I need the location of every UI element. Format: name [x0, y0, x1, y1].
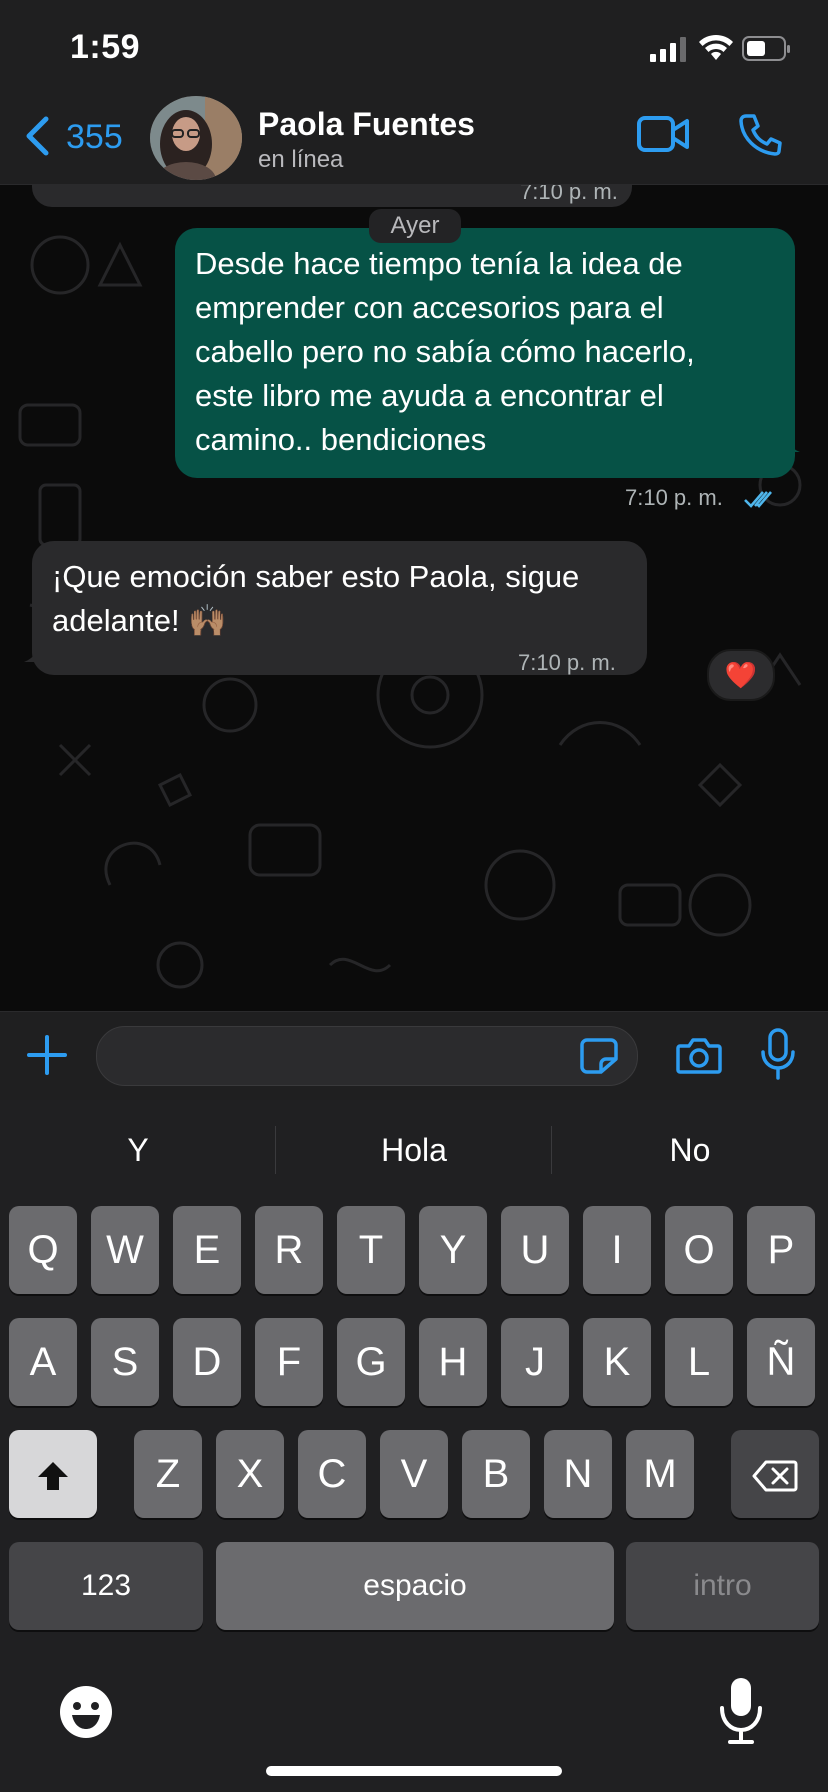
message-input-bar	[0, 1011, 828, 1101]
message-input[interactable]	[96, 1026, 638, 1086]
key-s[interactable]: S	[91, 1318, 159, 1406]
key-f[interactable]: F	[255, 1318, 323, 1406]
message-time: 7:10 p. m.	[518, 650, 616, 675]
chevron-left-icon	[24, 116, 50, 161]
contact-name[interactable]: Paola Fuentes	[258, 106, 475, 143]
key-j[interactable]: J	[501, 1318, 569, 1406]
chat-header: 355 Paola Fuentes en línea	[0, 90, 828, 185]
key-z[interactable]: Z	[134, 1430, 202, 1518]
numbers-key[interactable]: 123	[9, 1542, 203, 1630]
key-enye[interactable]: Ñ	[747, 1318, 815, 1406]
battery-icon	[742, 36, 792, 67]
key-g[interactable]: G	[337, 1318, 405, 1406]
key-q[interactable]: Q	[9, 1206, 77, 1294]
key-a[interactable]: A	[9, 1318, 77, 1406]
phone-call-icon[interactable]	[738, 112, 782, 161]
message-line: cabello pero no sabía cómo hacerlo,	[195, 334, 695, 369]
bubble-tail	[24, 640, 44, 662]
return-key[interactable]: intro	[626, 1542, 819, 1630]
key-u[interactable]: U	[501, 1206, 569, 1294]
suggestion-3[interactable]: No	[552, 1100, 828, 1200]
outgoing-message-bubble[interactable]: Desde hace tiempo tenía la idea de empre…	[175, 228, 795, 510]
avatar[interactable]	[150, 96, 242, 180]
key-d[interactable]: D	[173, 1318, 241, 1406]
plus-icon[interactable]	[26, 1034, 68, 1081]
message-time: 7:10 p. m.	[625, 485, 723, 510]
microphone-icon[interactable]	[760, 1028, 796, 1087]
key-e[interactable]: E	[173, 1206, 241, 1294]
keyboard: Y Hola No Q W E R T Y U I O P A S D F G …	[0, 1100, 828, 1792]
wifi-icon	[698, 34, 734, 67]
signal-icon	[650, 36, 690, 67]
key-b[interactable]: B	[462, 1430, 530, 1518]
key-v[interactable]: V	[380, 1430, 448, 1518]
incoming-message-bubble[interactable]: ¡Que emoción saber esto Paola, sigue ade…	[32, 541, 647, 675]
key-n[interactable]: N	[544, 1430, 612, 1518]
key-o[interactable]: O	[665, 1206, 733, 1294]
key-k[interactable]: K	[583, 1318, 651, 1406]
contact-status: en línea	[258, 146, 344, 173]
suggestion-1[interactable]: Y	[0, 1100, 276, 1200]
suggestion-2[interactable]: Hola	[276, 1100, 552, 1200]
message-line: camino.. bendiciones	[195, 422, 487, 457]
double-check-read-icon	[743, 478, 777, 522]
message-line: adelante! 🙌🏽	[52, 603, 227, 638]
sticker-icon[interactable]	[579, 1037, 619, 1080]
key-c[interactable]: C	[298, 1430, 366, 1518]
date-separator: Ayer	[369, 209, 461, 243]
emoji-icon[interactable]	[58, 1684, 114, 1745]
key-m[interactable]: M	[626, 1430, 694, 1518]
previous-message-bubble[interactable]: 7:10 p. m.	[32, 185, 632, 207]
message-line: emprender con accesorios para el	[195, 290, 664, 325]
status-bar: 1:59	[0, 0, 828, 90]
message-line: ¡Que emoción saber esto Paola, sigue	[52, 559, 580, 594]
backspace-key[interactable]	[731, 1430, 819, 1518]
back-button[interactable]: 355	[20, 112, 130, 162]
message-line: Desde hace tiempo tenía la idea de	[195, 246, 683, 281]
key-x[interactable]: X	[216, 1430, 284, 1518]
camera-icon[interactable]	[676, 1036, 722, 1079]
key-t[interactable]: T	[337, 1206, 405, 1294]
key-l[interactable]: L	[665, 1318, 733, 1406]
key-r[interactable]: R	[255, 1206, 323, 1294]
space-key[interactable]: espacio	[216, 1542, 614, 1630]
home-indicator[interactable]	[266, 1766, 562, 1776]
backspace-icon	[752, 1452, 798, 1496]
status-time: 1:59	[70, 28, 141, 66]
key-p[interactable]: P	[747, 1206, 815, 1294]
message-line: este libro me ayuda a encontrar el	[195, 378, 664, 413]
video-call-icon[interactable]	[636, 114, 690, 159]
message-time: 7:10 p. m.	[520, 185, 618, 204]
key-i[interactable]: I	[583, 1206, 651, 1294]
shift-key[interactable]	[9, 1430, 97, 1518]
bubble-tail	[780, 430, 800, 452]
chat-area[interactable]: 7:10 p. m. Desde hace tiempo tenía la id…	[0, 185, 828, 1011]
shift-icon	[35, 1452, 71, 1496]
key-h[interactable]: H	[419, 1318, 487, 1406]
reaction-badge[interactable]: ❤️	[707, 649, 775, 701]
unread-count: 355	[66, 118, 123, 156]
key-y[interactable]: Y	[419, 1206, 487, 1294]
key-w[interactable]: W	[91, 1206, 159, 1294]
dictation-icon[interactable]	[718, 1676, 764, 1751]
